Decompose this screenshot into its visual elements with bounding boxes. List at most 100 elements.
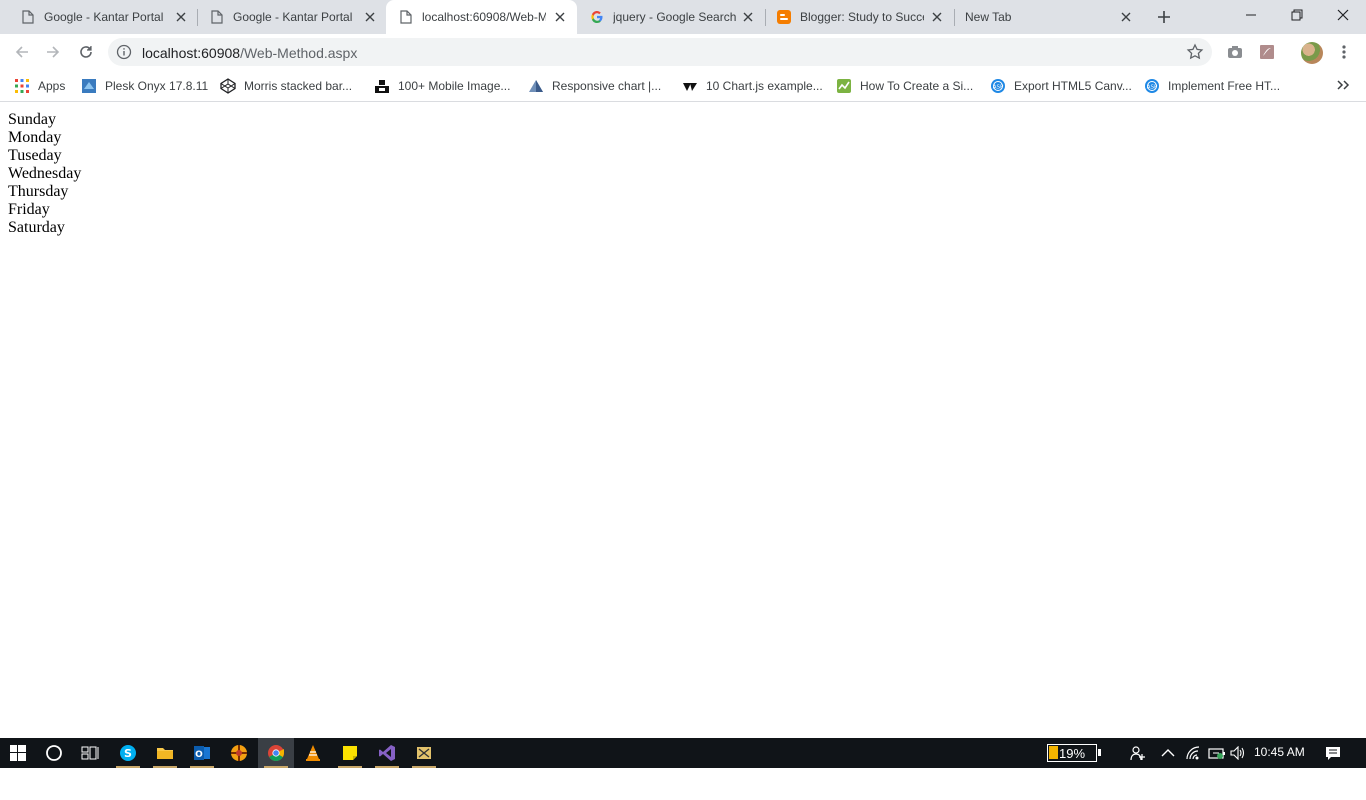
- chart-site-icon: [528, 78, 544, 94]
- cortana-search-button[interactable]: [36, 738, 72, 768]
- system-clock[interactable]: 10:45 AM: [1254, 745, 1305, 759]
- bookmark-label: Responsive chart |...: [552, 79, 662, 93]
- unsplash-icon: [374, 78, 390, 94]
- day-item: Monday: [8, 129, 62, 146]
- day-item: Saturday: [8, 219, 65, 236]
- chevron-double-right-icon[interactable]: [1334, 76, 1352, 94]
- battery-indicator[interactable]: 19%: [1047, 744, 1101, 762]
- browser-toolbar: localhost:60908/Web-Method.aspx: [0, 34, 1366, 70]
- svg-text:O: O: [195, 750, 203, 760]
- minimize-button[interactable]: [1228, 0, 1274, 30]
- taskbar-skype[interactable]: S: [110, 738, 146, 768]
- new-tab-button[interactable]: [1152, 6, 1176, 28]
- tab-title: Blogger: Study to Succe: [800, 10, 924, 24]
- google-icon: [589, 9, 605, 25]
- task-view-button[interactable]: [72, 738, 108, 768]
- close-window-button[interactable]: [1320, 0, 1366, 30]
- day-item: Sunday: [8, 111, 56, 128]
- page-content: Sunday Monday Tuseday Wednesday Thursday…: [0, 103, 1366, 738]
- people-icon[interactable]: [1129, 744, 1147, 762]
- chevron-up-icon[interactable]: [1159, 744, 1177, 762]
- taskbar-outlook[interactable]: O: [184, 738, 220, 768]
- taskbar-app-tools[interactable]: [406, 738, 442, 768]
- battery-percent: 19%: [1058, 745, 1086, 761]
- bookmark-label: Apps: [38, 79, 66, 93]
- bookmark-label: Implement Free HT...: [1168, 79, 1281, 93]
- volume-icon[interactable]: [1229, 744, 1247, 762]
- tab-google-kantar-portal-1[interactable]: Google - Kantar Portal: [0, 0, 198, 34]
- page-icon: [20, 9, 36, 25]
- tab-title: jquery - Google Search: [613, 10, 737, 24]
- bookmark-plesk[interactable]: Plesk Onyx 17.8.11: [81, 76, 208, 96]
- tab-jquery-google-search[interactable]: jquery - Google Search: [577, 0, 765, 34]
- close-tab-icon[interactable]: [174, 10, 188, 24]
- action-center-icon[interactable]: [1324, 744, 1342, 762]
- wifi-icon[interactable]: [1184, 744, 1202, 762]
- close-tab-icon[interactable]: [363, 10, 377, 24]
- bookmark-apps[interactable]: Apps: [14, 76, 65, 96]
- bookmark-label: Plesk Onyx 17.8.11: [105, 79, 209, 93]
- apps-grid-icon: [14, 78, 30, 94]
- bookmark-label: Export HTML5 Canv...: [1014, 79, 1132, 93]
- profile-avatar[interactable]: [1301, 42, 1323, 64]
- bookmark-mobile-images[interactable]: 100+ Mobile Image...: [374, 76, 510, 96]
- camera-extension-icon[interactable]: [1221, 38, 1249, 66]
- svg-text:ASP: ASP: [993, 84, 1004, 90]
- svg-text:ASP: ASP: [1147, 84, 1158, 90]
- bookmark-label: 10 Chart.js example...: [706, 79, 823, 93]
- bookmark-label: 100+ Mobile Image...: [398, 79, 511, 93]
- tab-google-kantar-portal-2[interactable]: Google - Kantar Portal: [189, 0, 387, 34]
- bookmark-chartjs-examples[interactable]: 10 Chart.js example...: [682, 76, 823, 96]
- forward-button[interactable]: [39, 38, 67, 66]
- day-item: Wednesday: [8, 165, 82, 182]
- page-icon: [209, 9, 225, 25]
- bookmark-label: How To Create a Si...: [860, 79, 974, 93]
- page-icon: [398, 9, 414, 25]
- screen-bottom-area: [0, 768, 1366, 800]
- power-plug-icon[interactable]: [1208, 744, 1226, 762]
- tutorial-site-icon: [682, 78, 698, 94]
- bookmark-morris-stacked-bar[interactable]: Morris stacked bar...: [220, 76, 352, 96]
- close-tab-icon[interactable]: [930, 10, 944, 24]
- bookmark-how-to-create[interactable]: How To Create a Si...: [836, 76, 973, 96]
- codepen-icon: [220, 78, 236, 94]
- taskbar-sticky-notes[interactable]: [332, 738, 368, 768]
- pdf-extension-icon[interactable]: [1253, 38, 1281, 66]
- address-bar[interactable]: localhost:60908/Web-Method.aspx: [108, 38, 1212, 66]
- taskbar-chrome[interactable]: [258, 738, 294, 768]
- taskbar-file-explorer[interactable]: [147, 738, 183, 768]
- bookmark-responsive-chart[interactable]: Responsive chart |...: [528, 76, 661, 96]
- chrome-menu-button[interactable]: [1330, 38, 1358, 66]
- bookmarks-bar: Apps Plesk Onyx 17.8.11 Morris stacked b…: [0, 70, 1366, 102]
- svg-text:S: S: [124, 747, 132, 760]
- tab-title: New Tab: [965, 10, 1012, 24]
- reload-button[interactable]: [72, 38, 100, 66]
- back-button[interactable]: [8, 38, 36, 66]
- close-tab-icon[interactable]: [1119, 10, 1133, 24]
- restore-button[interactable]: [1274, 0, 1320, 30]
- tab-blogger[interactable]: Blogger: Study to Succe: [766, 0, 954, 34]
- close-tab-icon[interactable]: [553, 10, 567, 24]
- close-tab-icon[interactable]: [741, 10, 755, 24]
- windows-start-button[interactable]: [0, 738, 36, 768]
- bookmark-export-html5-canvas[interactable]: ASP Export HTML5 Canv...: [990, 76, 1132, 96]
- plesk-icon: [81, 78, 97, 94]
- url-path: /Web-Method.aspx: [240, 45, 358, 61]
- bookmark-star-icon[interactable]: [1186, 43, 1204, 61]
- taskbar-visual-studio[interactable]: [369, 738, 405, 768]
- tab-strip: Google - Kantar Portal Google - Kantar P…: [0, 0, 1366, 34]
- tab-new-tab[interactable]: New Tab: [955, 0, 1143, 34]
- graph-site-icon: [836, 78, 852, 94]
- windows-taskbar: S O 19% 10:45 AM: [0, 738, 1366, 768]
- bookmark-implement-free[interactable]: ASP Implement Free HT...: [1144, 76, 1280, 96]
- tab-localhost-web-method[interactable]: localhost:60908/Web-M: [386, 0, 577, 34]
- tab-title: localhost:60908/Web-M: [422, 10, 546, 24]
- info-icon[interactable]: [116, 44, 132, 60]
- bookmark-label: Morris stacked bar...: [244, 79, 353, 93]
- taskbar-app-orange[interactable]: [221, 738, 257, 768]
- days-list: Sunday Monday Tuseday Wednesday Thursday…: [8, 111, 81, 237]
- day-item: Friday: [8, 201, 50, 218]
- taskbar-vlc[interactable]: [295, 738, 331, 768]
- asp-site-icon: ASP: [990, 78, 1006, 94]
- blogger-icon: [776, 9, 792, 25]
